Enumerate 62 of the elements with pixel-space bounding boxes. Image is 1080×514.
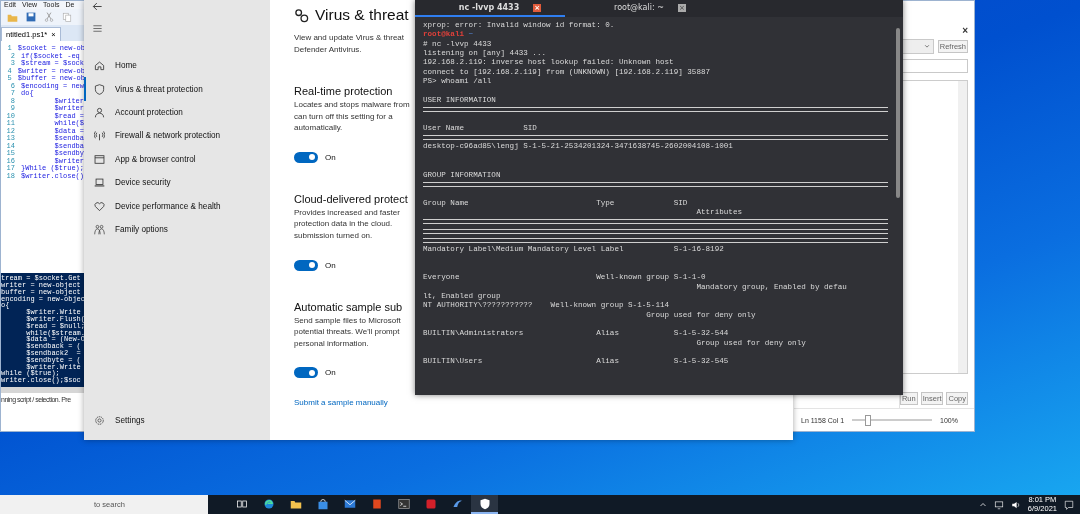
window-icon — [94, 153, 105, 165]
heart-icon — [94, 200, 105, 212]
network-icon — [993, 499, 1004, 510]
chevron-up-icon — [978, 500, 987, 509]
section-heading: Automatic sample sub — [294, 300, 403, 313]
office-icon — [370, 497, 383, 510]
nav-item[interactable]: Family options — [84, 217, 270, 242]
laptop-icon — [94, 177, 105, 189]
caret-icon — [923, 43, 930, 49]
copy-icon — [62, 12, 72, 22]
back-arrow-icon — [92, 1, 103, 12]
toggle-switch[interactable] — [294, 151, 318, 163]
shield-icon — [478, 497, 491, 510]
nav-item[interactable]: App & browser control — [84, 147, 270, 171]
toggle-label: On — [325, 368, 336, 378]
description-line: Locates and stops malware from — [294, 99, 410, 111]
gears-icon — [294, 7, 309, 23]
description-line: Send sample files to Microsoft — [294, 314, 401, 327]
description-line: submission turned on. — [294, 229, 373, 242]
settings-item[interactable]: Settings — [84, 408, 270, 432]
nav-item[interactable]: Device performance & health — [84, 194, 270, 218]
bag-icon — [316, 497, 329, 510]
nav-item[interactable]: Firewall & network protection — [84, 124, 270, 148]
close-button[interactable]: × — [962, 25, 968, 36]
toggle-label: On — [325, 152, 336, 162]
description-line: View and update Virus & threat — [294, 32, 404, 44]
scrollbar[interactable] — [896, 28, 900, 198]
volume-icon — [1010, 499, 1021, 510]
nav-item[interactable]: Home — [84, 54, 270, 78]
shield-icon — [94, 83, 105, 95]
toggle-switch[interactable] — [294, 367, 318, 379]
nav-item[interactable]: Virus & threat protection — [84, 77, 270, 101]
section-heading: Cloud-delivered protect — [294, 192, 408, 205]
terminal-icon — [397, 497, 410, 510]
nav-item[interactable]: Account protection — [84, 100, 270, 125]
app-icon — [424, 497, 437, 510]
edge-icon — [262, 497, 275, 510]
toggle-label: On — [325, 260, 336, 270]
family-icon — [94, 223, 105, 235]
nav-item[interactable]: Device security — [84, 170, 270, 195]
toggle-switch[interactable] — [294, 259, 318, 271]
taskbar-button[interactable] — [471, 495, 498, 514]
page-title: Virus & threat — [315, 6, 409, 24]
home-icon — [94, 60, 105, 72]
mail-icon — [343, 497, 356, 510]
gear-icon — [94, 414, 105, 426]
save-icon — [26, 12, 36, 22]
person-icon — [94, 106, 105, 118]
description-line: personal information. — [294, 337, 369, 350]
cut-icon — [44, 12, 54, 22]
description-line: automatically. — [294, 122, 343, 134]
description-line: Defender Antivirus. — [294, 43, 362, 55]
description-line: protection data in the cloud. — [294, 218, 393, 230]
task-view-icon — [235, 497, 248, 510]
menu-icon — [92, 23, 103, 34]
description-line: can turn off this setting for a — [294, 110, 393, 123]
antenna-icon — [94, 130, 105, 142]
description-line: Provides increased and faster — [294, 206, 400, 219]
description-line: potential threats. We'll prompt — [294, 326, 400, 338]
notification-icon — [1064, 499, 1074, 510]
submit-sample-link[interactable]: Submit a sample manually — [294, 398, 589, 408]
section-heading: Real-time protection — [294, 85, 393, 97]
